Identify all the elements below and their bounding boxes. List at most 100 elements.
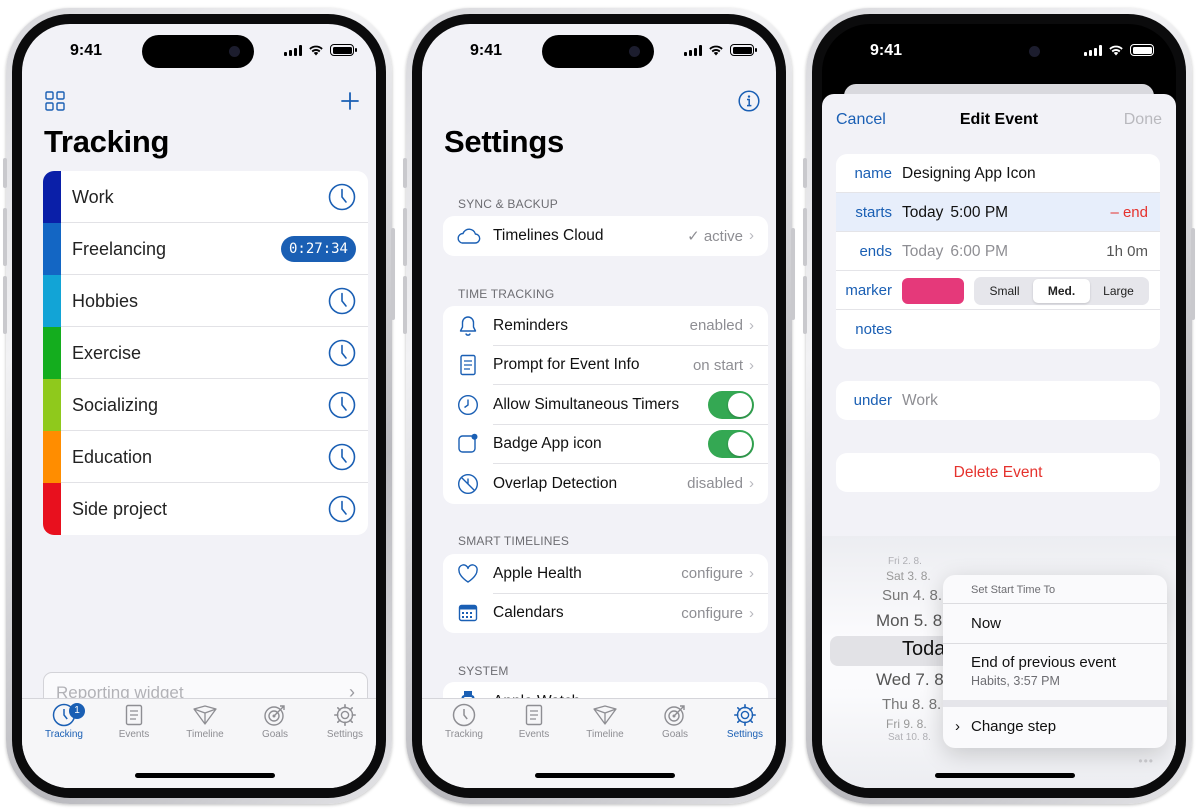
settings-screen: 9:41 Settings SYNC & BACKUP Timelines Cl… xyxy=(422,24,776,788)
picker-item: Sat 10. 8. xyxy=(888,732,931,743)
row-label: Badge App icon xyxy=(493,435,602,453)
size-large[interactable]: Large xyxy=(1090,279,1147,303)
list-item[interactable]: Education xyxy=(43,431,368,483)
tab-events[interactable]: Events xyxy=(99,703,169,740)
bell-icon xyxy=(459,316,477,336)
settings-row-apple-health[interactable]: Apple Health configure › xyxy=(443,554,768,594)
chevron-right-icon: › xyxy=(749,475,754,493)
set-start-time-menu: Set Start Time To Now End of previous ev… xyxy=(943,575,1167,748)
list-item[interactable]: Hobbies xyxy=(43,275,368,327)
app-showcase: 9:41 Tracking Work Freelancing 0:27:34 H… xyxy=(0,0,1200,811)
clock-icon xyxy=(457,394,479,415)
timeline-icon xyxy=(593,705,617,725)
signal-icon xyxy=(284,44,302,56)
add-icon[interactable] xyxy=(340,91,360,111)
page-title: Settings xyxy=(444,124,564,159)
status-bar: 9:41 xyxy=(822,24,1176,76)
chevron-right-icon: › xyxy=(749,356,754,374)
tracker-label: Work xyxy=(72,186,114,207)
ends-time[interactable]: 6:00 PM xyxy=(950,243,1008,261)
chevron-right-icon: › xyxy=(955,718,960,735)
status-time: 9:41 xyxy=(870,42,903,59)
menu-item-change-step[interactable]: Change step xyxy=(971,718,1056,735)
clock-icon[interactable] xyxy=(328,391,356,419)
row-label: Allow Simultaneous Timers xyxy=(493,395,680,413)
event-name-row[interactable]: name Designing App Icon xyxy=(836,154,1160,193)
tab-goals[interactable]: Goals xyxy=(640,703,710,740)
target-icon xyxy=(664,705,685,726)
simultaneous-timers-toggle[interactable] xyxy=(708,390,754,419)
tab-settings[interactable]: Settings xyxy=(310,703,376,740)
list-item[interactable]: Work xyxy=(43,171,368,223)
clock-icon[interactable] xyxy=(328,287,356,315)
event-marker-row: marker Small Med. Large xyxy=(836,271,1160,310)
tab-label: Timeline xyxy=(186,729,224,740)
calendar-icon xyxy=(458,605,478,622)
tab-timeline[interactable]: Timeline xyxy=(570,703,640,740)
tracker-label: Education xyxy=(72,446,153,467)
event-under-row[interactable]: under Work xyxy=(836,381,1160,420)
event-name-field[interactable]: Designing App Icon xyxy=(902,165,1036,183)
clock-icon[interactable] xyxy=(328,183,356,211)
settings-row-overlap-detection[interactable]: Overlap Detection disabled › xyxy=(443,464,768,504)
row-label: Apple Health xyxy=(493,564,582,582)
color-bar xyxy=(43,223,61,275)
settings-row-calendars[interactable]: Calendars configure › xyxy=(443,594,768,634)
menu-item-previous-event[interactable]: End of previous event xyxy=(971,654,1116,671)
row-label: Overlap Detection xyxy=(493,474,618,492)
grid-icon[interactable] xyxy=(45,91,65,111)
event-ends-row[interactable]: ends Today 6:00 PM 1h 0m xyxy=(836,232,1160,271)
color-bar xyxy=(43,379,61,431)
end-link[interactable]: – end xyxy=(1110,204,1148,221)
list-item[interactable]: Freelancing 0:27:34 xyxy=(43,223,368,275)
tab-events[interactable]: Events xyxy=(499,703,569,740)
badge-app-icon-toggle[interactable] xyxy=(708,430,754,459)
tab-tracking[interactable]: 1 Tracking xyxy=(29,703,99,740)
picker-item: Mon 5. 8. xyxy=(876,611,947,630)
list-item[interactable]: Exercise xyxy=(43,327,368,379)
dynamic-island xyxy=(542,35,654,68)
list-item[interactable]: Socializing xyxy=(43,379,368,431)
status-bar: 9:41 xyxy=(422,24,776,76)
menu-item-now[interactable]: Now xyxy=(971,615,1001,632)
event-notes-row[interactable]: notes xyxy=(836,310,1160,349)
delete-event-button[interactable]: Delete Event xyxy=(836,453,1160,492)
info-icon[interactable] xyxy=(738,90,760,112)
size-small[interactable]: Small xyxy=(976,279,1033,303)
tab-label: Tracking xyxy=(445,729,483,740)
size-medium[interactable]: Med. xyxy=(1033,278,1090,303)
picker-item: Sun 4. 8. xyxy=(882,587,943,604)
starts-time[interactable]: 5:00 PM xyxy=(950,204,1008,222)
color-bar xyxy=(43,483,61,535)
settings-row-simultaneous-timers: Allow Simultaneous Timers xyxy=(443,385,768,425)
tracking-list: Work Freelancing 0:27:34 Hobbies Exercis… xyxy=(43,171,368,535)
color-bar xyxy=(43,171,61,223)
clock-icon[interactable] xyxy=(328,339,356,367)
running-timer[interactable]: 0:27:34 xyxy=(280,236,356,262)
row-label: Reminders xyxy=(493,316,568,334)
tab-tracking[interactable]: Tracking xyxy=(429,703,499,740)
list-item[interactable]: Side project xyxy=(43,483,368,535)
tab-settings[interactable]: Settings xyxy=(710,703,776,740)
starts-day: Today xyxy=(902,203,944,221)
marker-color-swatch[interactable] xyxy=(902,277,964,304)
picker-item: Fri 9. 8. xyxy=(886,717,927,731)
more-icon: ••• xyxy=(1138,754,1154,768)
event-starts-row[interactable]: starts Today 5:00 PM – end xyxy=(836,193,1160,232)
tab-goals[interactable]: Goals xyxy=(240,703,310,740)
clock-icon[interactable] xyxy=(328,495,356,523)
picker-item: Thu 8. 8. xyxy=(882,696,942,713)
settings-row-reminders[interactable]: Reminders enabled › xyxy=(443,306,768,346)
tab-label: Events xyxy=(118,729,150,740)
gear-icon xyxy=(334,704,356,726)
menu-item-subtitle: Habits, 3:57 PM xyxy=(971,674,1060,688)
clock-icon[interactable] xyxy=(328,443,356,471)
tab-label: Events xyxy=(518,729,550,740)
settings-row-prompt-event-info[interactable]: Prompt for Event Info on start › xyxy=(443,346,768,385)
done-button[interactable]: Done xyxy=(1124,111,1162,129)
tab-timeline[interactable]: Timeline xyxy=(170,703,240,740)
clock-icon xyxy=(452,703,476,727)
settings-group-sync: Timelines Cloud ✓ active › xyxy=(443,216,768,256)
settings-row-timelines-cloud[interactable]: Timelines Cloud ✓ active › xyxy=(443,216,768,256)
settings-group-time-tracking: Reminders enabled › Prompt for Event Inf… xyxy=(443,306,768,504)
